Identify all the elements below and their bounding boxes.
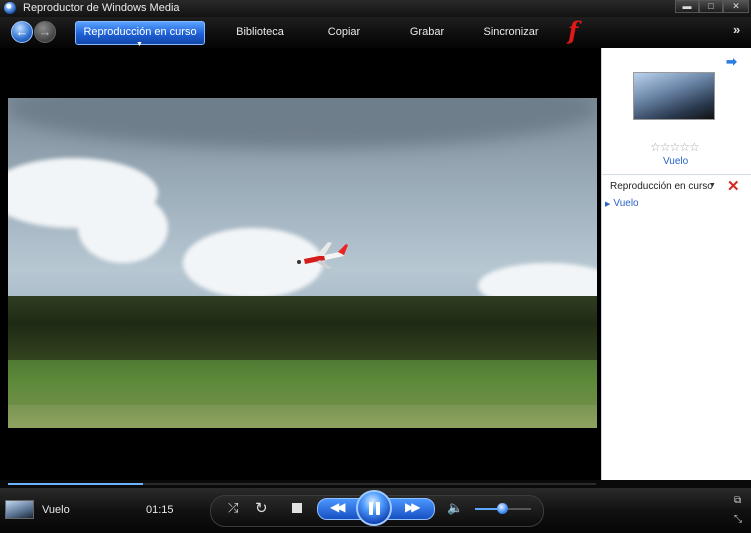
elapsed-time[interactable]: 01:15 — [146, 504, 174, 516]
now-playing-thumbnail[interactable] — [5, 500, 34, 519]
seek-progress — [8, 483, 144, 485]
clear-list-icon[interactable]: ✕ — [727, 177, 740, 195]
window-title: Reproductor de Windows Media — [23, 2, 180, 14]
online-store-icon[interactable]: f — [568, 19, 582, 45]
mini-player-icon[interactable]: ⧉ — [734, 495, 741, 506]
maximize-button[interactable]: □ — [699, 0, 723, 13]
chevron-down-icon[interactable]: ▼ — [136, 41, 143, 48]
airplane — [297, 242, 348, 269]
tab-burn[interactable]: Grabar — [401, 23, 453, 41]
close-button[interactable]: ✕ — [723, 0, 749, 13]
album-art[interactable] — [633, 72, 715, 120]
transport-controls: Vuelo 01:15 ⤮ ↻ ◀◀ ▶▶ 🔈 ⧉ ⤡ — [0, 488, 751, 533]
pause-icon — [369, 502, 373, 515]
navigation-bar: ← → Reproducción en curso ▼ Biblioteca C… — [0, 17, 751, 49]
volume-icon[interactable]: 🔈 — [447, 500, 463, 516]
tab-rip[interactable]: Copiar — [318, 23, 370, 41]
volume-knob[interactable] — [497, 503, 508, 514]
track-name: Vuelo — [42, 504, 70, 516]
shuffle-icon[interactable]: ⤮ — [228, 500, 238, 516]
fast-forward-icon[interactable]: ▶▶ — [405, 500, 421, 514]
title-bar: Reproductor de Windows Media ▬ □ ✕ — [0, 0, 751, 17]
media-player-window: Reproductor de Windows Media ▬ □ ✕ ← → R… — [0, 0, 751, 533]
list-item[interactable]: ▶ Vuelo — [605, 198, 639, 209]
minimize-button[interactable]: ▬ — [675, 0, 699, 13]
more-tabs-icon[interactable]: » — [733, 22, 740, 37]
repeat-icon[interactable]: ↻ — [255, 499, 268, 517]
playlist-dropdown[interactable]: Reproducción en curso — [610, 181, 713, 192]
fullscreen-icon[interactable]: ⤡ — [734, 514, 742, 525]
tab-library[interactable]: Biblioteca — [227, 23, 293, 41]
field-edge — [8, 405, 597, 428]
video-display[interactable] — [0, 48, 601, 480]
pause-icon — [376, 502, 380, 515]
play-pause-button[interactable] — [356, 490, 392, 526]
forward-button[interactable]: → — [34, 21, 56, 43]
field — [8, 360, 597, 405]
video-frame — [8, 98, 597, 428]
rewind-icon[interactable]: ◀◀ — [330, 500, 346, 514]
back-button[interactable]: ← — [11, 21, 33, 43]
divider — [602, 174, 751, 175]
list-pane: ➡ ☆☆☆☆☆ Vuelo Reproducción en curso ▼ ✕ … — [601, 48, 751, 480]
chevron-down-icon[interactable]: ▼ — [709, 182, 716, 189]
media-player-icon — [4, 2, 16, 14]
list-item-label: Vuelo — [613, 198, 639, 209]
star-rating[interactable]: ☆☆☆☆☆ — [650, 140, 700, 154]
seek-bar[interactable] — [0, 480, 751, 488]
arrow-right-icon[interactable]: ➡ — [726, 54, 737, 70]
cloud — [78, 193, 168, 263]
now-playing-title[interactable]: Vuelo — [663, 156, 688, 167]
playing-indicator-icon: ▶ — [605, 201, 611, 208]
seek-track[interactable] — [8, 483, 596, 485]
treeline — [8, 296, 597, 364]
stop-icon[interactable] — [292, 503, 302, 513]
cloud — [8, 98, 597, 148]
tab-sync[interactable]: Sincronizar — [476, 23, 546, 41]
